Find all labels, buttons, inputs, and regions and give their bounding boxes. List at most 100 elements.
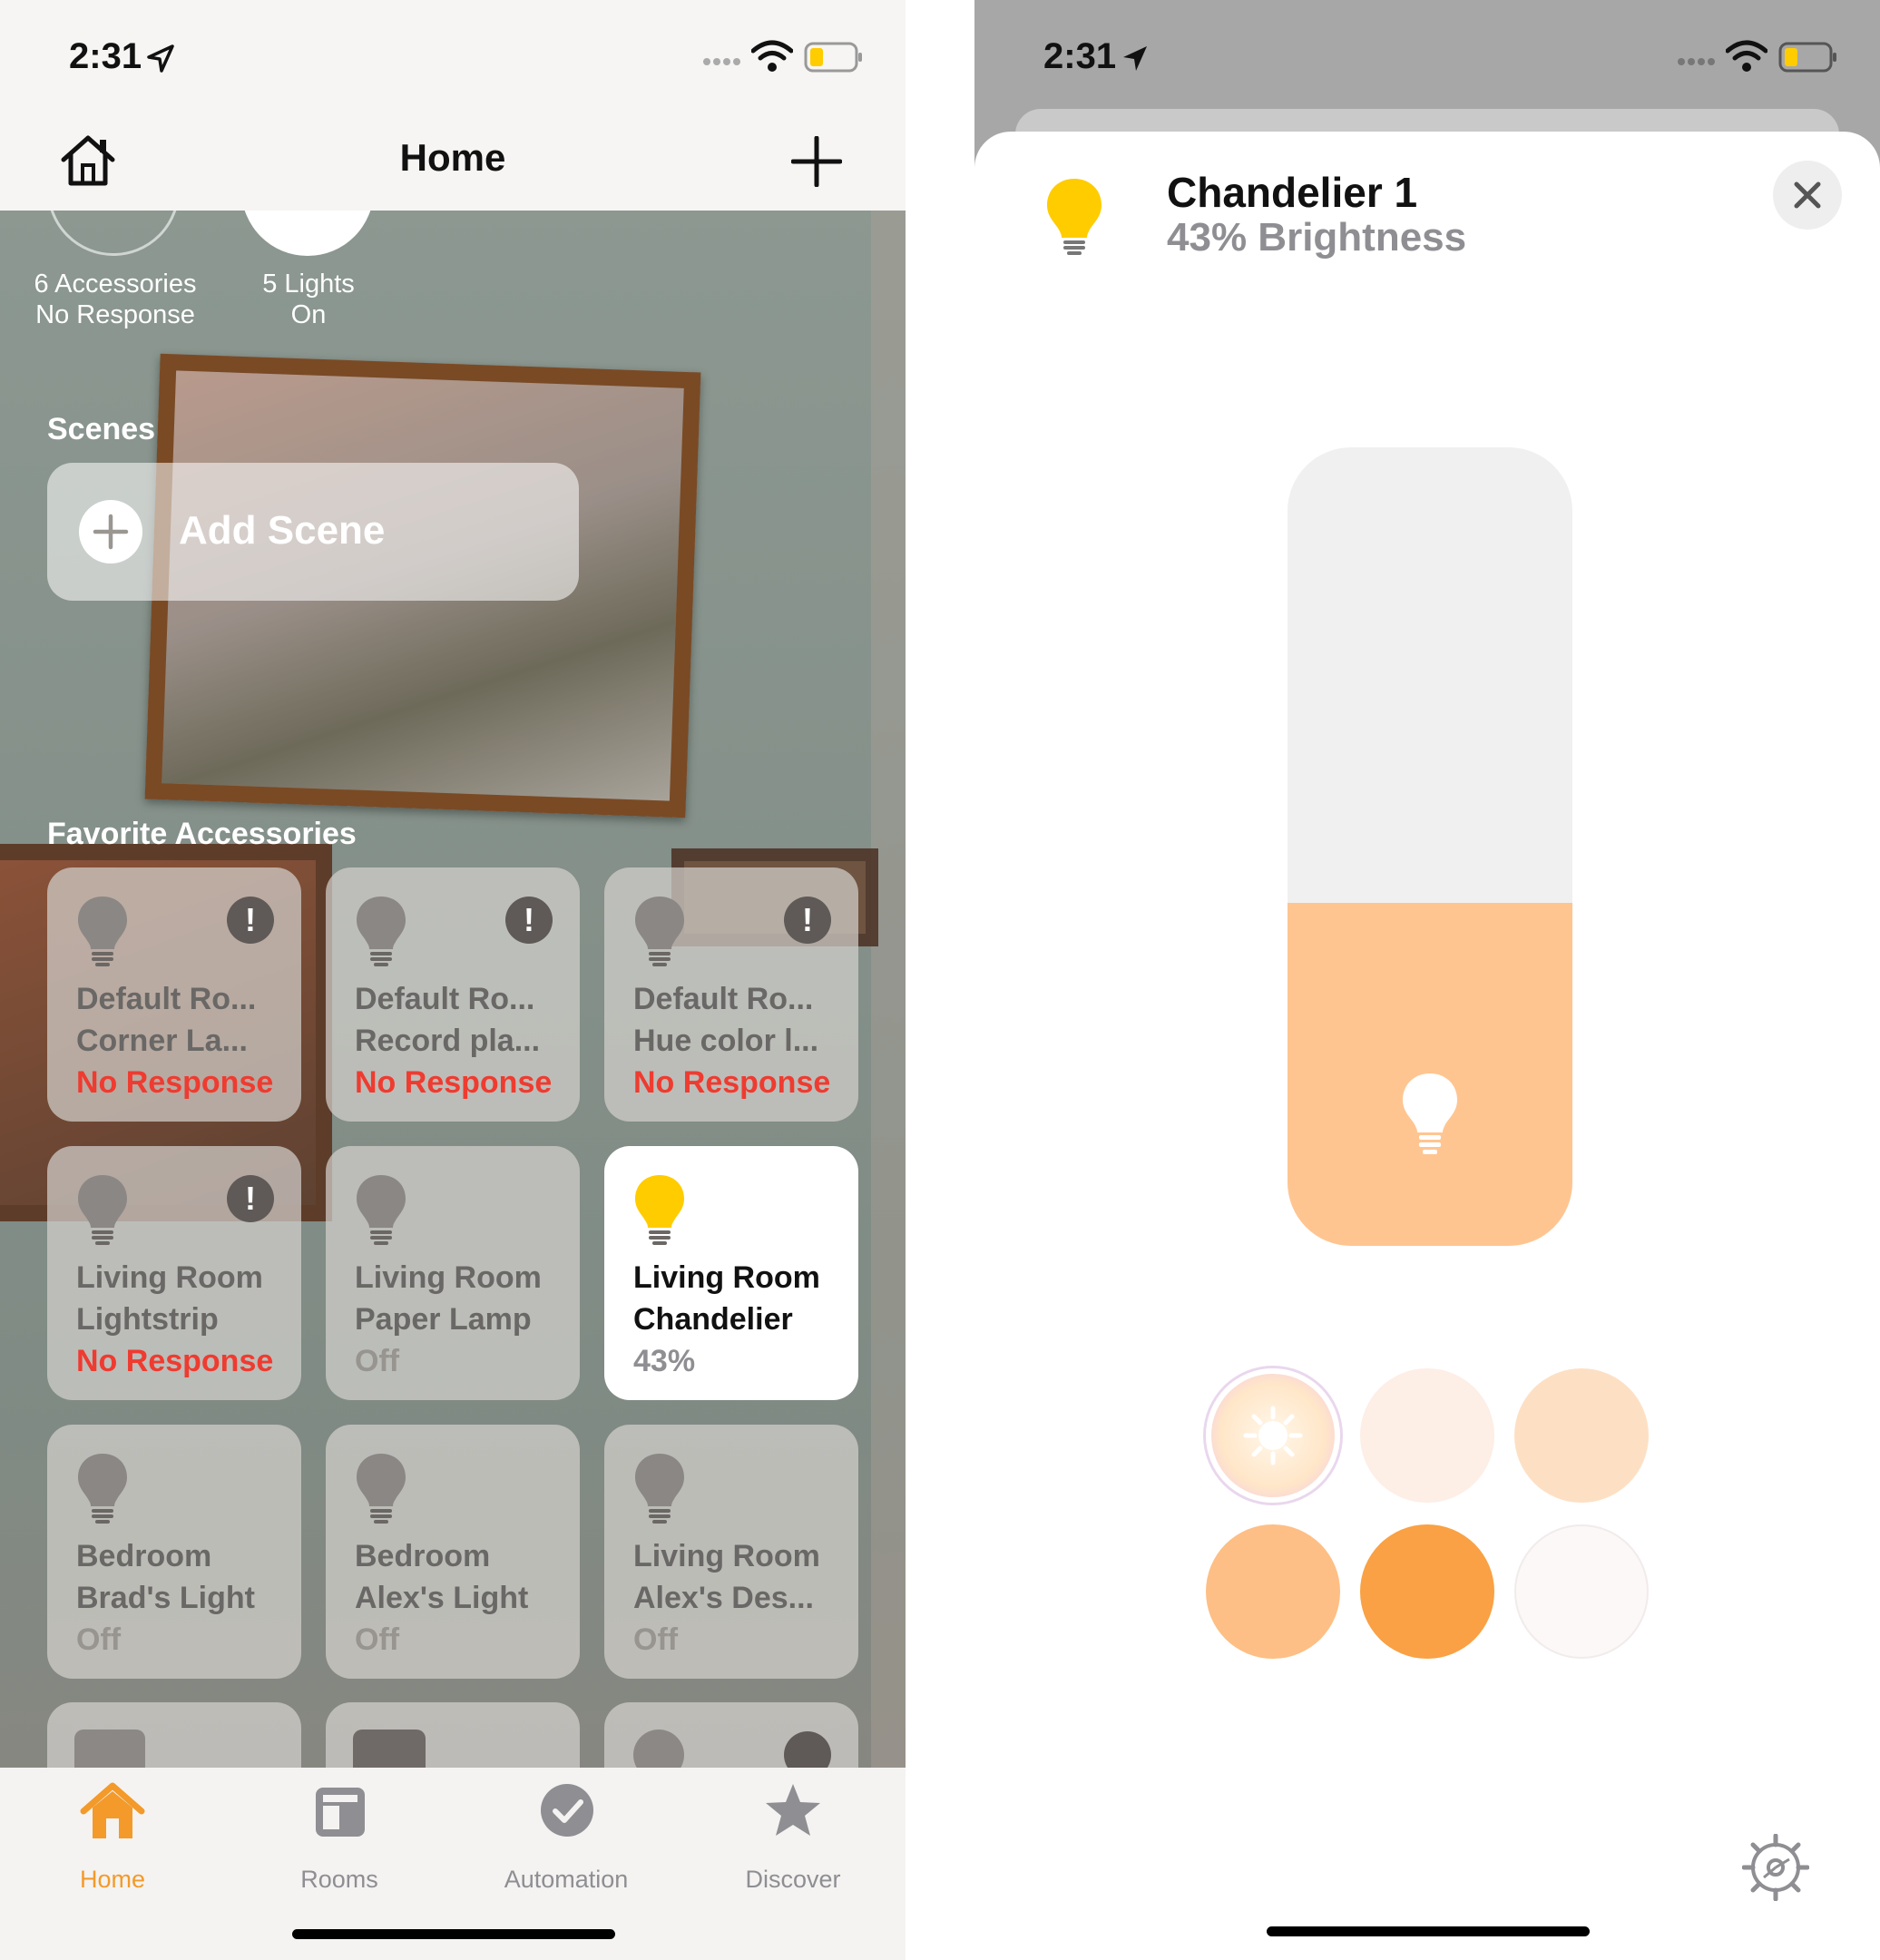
rooms-icon bbox=[316, 1788, 365, 1837]
location-arrow-icon bbox=[147, 44, 174, 73]
no-response-summary-button[interactable] bbox=[47, 211, 180, 256]
accessory-room: Living Room bbox=[633, 1260, 820, 1295]
house-icon bbox=[80, 1782, 145, 1838]
battery-icon bbox=[804, 42, 862, 73]
accessory-tile[interactable]: Living Room Chandelier 43% bbox=[604, 1146, 858, 1400]
tab-label: Rooms bbox=[300, 1866, 378, 1893]
sun-icon bbox=[1243, 1406, 1303, 1465]
alert-icon: ! bbox=[505, 897, 553, 944]
accessory-name: Record pla... bbox=[355, 1024, 541, 1058]
accessory-tile[interactable]: ! Living Room Lightstrip No Response bbox=[47, 1146, 301, 1400]
tab-label: Discover bbox=[745, 1866, 841, 1893]
settings-gear-icon[interactable] bbox=[1742, 1834, 1809, 1901]
accessory-room: Living Room bbox=[355, 1260, 542, 1295]
add-scene-button[interactable]: Add Scene bbox=[47, 463, 579, 601]
page-title: Home bbox=[399, 136, 506, 179]
star-icon bbox=[766, 1784, 820, 1836]
accessory-name: Paper Lamp bbox=[355, 1302, 532, 1337]
top-bar: 2:31 Home bbox=[0, 0, 906, 211]
accessory-status: Off bbox=[76, 1622, 122, 1657]
accessory-room: Bedroom bbox=[355, 1539, 491, 1573]
accessory-status: No Response bbox=[355, 1065, 553, 1100]
lightbulb-icon bbox=[635, 1175, 684, 1245]
accessory-status: Off bbox=[355, 1344, 400, 1378]
accessory-status: 43% Brightness bbox=[1167, 215, 1467, 260]
color-swatch[interactable] bbox=[1360, 1368, 1494, 1503]
lightbulb-icon bbox=[1047, 179, 1102, 255]
adaptive-lighting-swatch[interactable] bbox=[1206, 1368, 1340, 1503]
lightbulb-icon bbox=[78, 1175, 127, 1245]
accessory-room: Default Ro... bbox=[633, 982, 814, 1016]
accessory-tile[interactable]: ! Default Ro... Record pla... No Response bbox=[326, 867, 580, 1122]
battery-icon bbox=[1778, 42, 1836, 73]
add-icon[interactable] bbox=[791, 136, 842, 187]
scenes-heading: Scenes bbox=[47, 412, 156, 446]
accessory-name: Alex's Des... bbox=[633, 1581, 814, 1615]
tab-bar: Home Rooms Automation Discover bbox=[0, 1768, 906, 1960]
lightbulb-icon bbox=[357, 1175, 406, 1245]
tab-rooms[interactable]: Rooms bbox=[249, 1782, 430, 1909]
apple-tv-icon bbox=[74, 1730, 145, 1768]
tab-automation[interactable]: Automation bbox=[475, 1782, 657, 1909]
accessory-tile[interactable] bbox=[47, 1702, 301, 1768]
lightbulb-icon bbox=[78, 897, 127, 966]
close-icon bbox=[1794, 181, 1821, 209]
tab-discover[interactable]: Discover bbox=[702, 1782, 884, 1909]
wallpaper-detail bbox=[871, 0, 906, 1960]
tab-home[interactable]: Home bbox=[22, 1782, 203, 1909]
alert-icon bbox=[784, 1731, 831, 1768]
close-button[interactable] bbox=[1773, 161, 1842, 230]
accessory-room: Living Room bbox=[76, 1260, 263, 1295]
accessory-room: Default Ro... bbox=[76, 982, 257, 1016]
accessory-room: Living Room bbox=[633, 1539, 820, 1573]
automation-clock-icon bbox=[541, 1784, 593, 1837]
cellular-signal-icon bbox=[1678, 58, 1715, 65]
accessory-name: Brad's Light bbox=[76, 1581, 255, 1615]
home-indicator[interactable] bbox=[292, 1929, 615, 1939]
brightness-slider[interactable] bbox=[1288, 447, 1572, 1246]
accessory-status: No Response bbox=[633, 1065, 831, 1100]
accessory-status: 43% bbox=[633, 1344, 696, 1378]
accessory-name: Hue color l... bbox=[633, 1024, 819, 1058]
lights-on-summary-button[interactable] bbox=[241, 211, 374, 256]
accessory-status: Off bbox=[633, 1622, 679, 1657]
accessory-name: Corner La... bbox=[76, 1024, 248, 1058]
lightbulb-icon bbox=[1403, 1073, 1457, 1154]
accessory-status: No Response bbox=[76, 1344, 274, 1378]
accessory-sheet: Chandelier 1 43% Brightness bbox=[974, 132, 1880, 1960]
accessory-tile[interactable]: Bedroom Alex's Light Off bbox=[326, 1425, 580, 1679]
accessory-tile[interactable]: ! Default Ro... Corner La... No Response bbox=[47, 867, 301, 1122]
accessory-name: Chandelier 1 bbox=[1167, 169, 1418, 216]
color-swatch[interactable] bbox=[1514, 1524, 1649, 1659]
accessory-tile[interactable] bbox=[604, 1702, 858, 1768]
alert-icon: ! bbox=[784, 897, 831, 944]
accessory-tile[interactable]: Living Room Alex's Des... Off bbox=[604, 1425, 858, 1679]
accessory-name: Alex's Light bbox=[355, 1581, 529, 1615]
accessory-name: Lightstrip bbox=[76, 1302, 219, 1337]
accessory-tile[interactable] bbox=[326, 1702, 580, 1768]
cellular-signal-icon bbox=[703, 58, 740, 65]
accessory-name: Chandelier bbox=[633, 1302, 793, 1337]
color-swatch[interactable] bbox=[1360, 1524, 1494, 1659]
accessory-tile[interactable]: Living Room Paper Lamp Off bbox=[326, 1146, 580, 1400]
color-swatch[interactable] bbox=[1206, 1524, 1340, 1659]
location-arrow-icon bbox=[1123, 46, 1147, 71]
accessory-tile[interactable]: Bedroom Brad's Light Off bbox=[47, 1425, 301, 1679]
accessory-status: Off bbox=[355, 1622, 400, 1657]
add-scene-label: Add Scene bbox=[179, 508, 386, 553]
alert-icon: ! bbox=[227, 897, 274, 944]
color-swatch[interactable] bbox=[1514, 1368, 1649, 1503]
plus-circle-icon bbox=[79, 500, 142, 564]
outlet-icon bbox=[353, 1730, 426, 1768]
accessory-room: Bedroom bbox=[76, 1539, 212, 1573]
tab-label: Automation bbox=[504, 1866, 629, 1893]
home-indicator[interactable] bbox=[1267, 1926, 1590, 1936]
accessory-room: Default Ro... bbox=[355, 982, 535, 1016]
lights-on-summary-label: 5 Lights On bbox=[262, 270, 355, 329]
lightbulb-icon bbox=[78, 1454, 127, 1524]
tab-label: Home bbox=[79, 1866, 146, 1893]
wifi-icon bbox=[751, 40, 793, 72]
favorites-heading: Favorite Accessories bbox=[47, 817, 357, 851]
accessory-tile[interactable]: ! Default Ro... Hue color l... No Response bbox=[604, 867, 858, 1122]
wifi-icon bbox=[1726, 40, 1767, 72]
